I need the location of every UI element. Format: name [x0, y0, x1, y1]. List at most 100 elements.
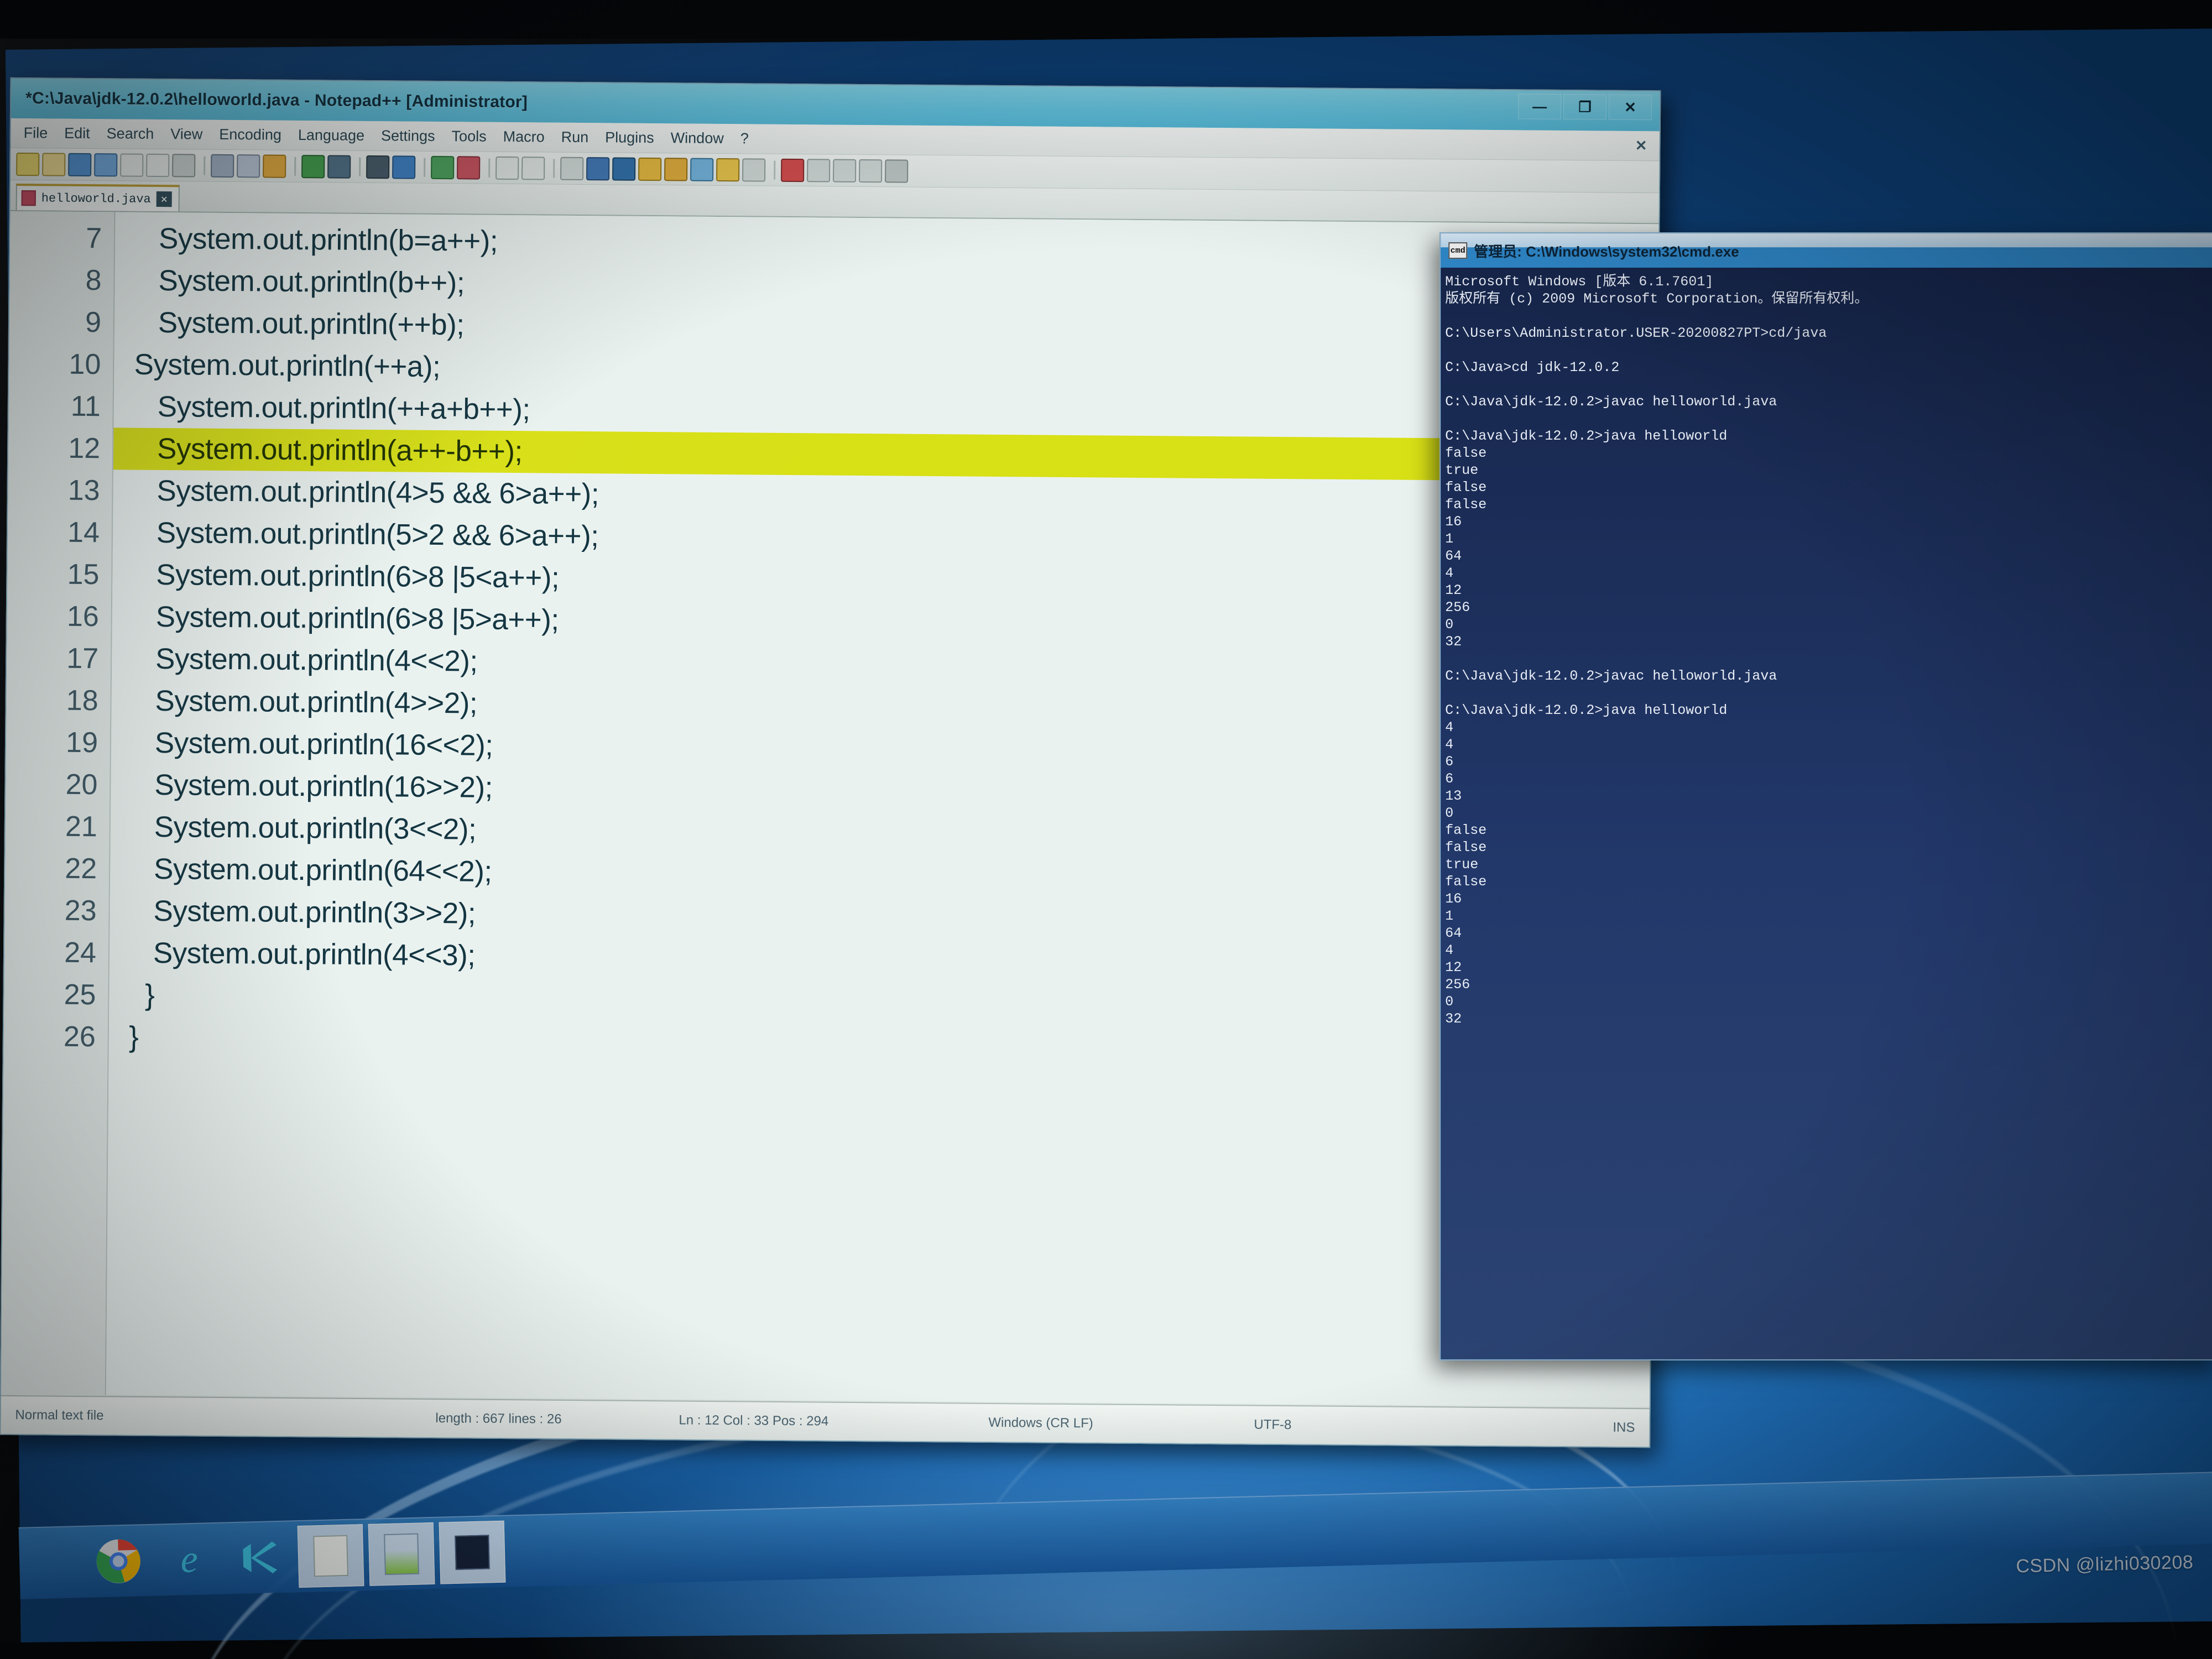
taskbar-edge-icon[interactable]: e	[156, 1528, 223, 1592]
status-caret-position: Ln : 12 Col : 33 Pos : 294	[679, 1412, 829, 1429]
doc-map-icon[interactable]	[664, 157, 688, 181]
console-line: 64	[1445, 925, 1462, 942]
macro-play-icon[interactable]	[833, 159, 857, 182]
zoom-out-icon[interactable]	[457, 155, 481, 180]
taskbar-window-explorer[interactable]	[368, 1522, 435, 1586]
menu-item-edit[interactable]: Edit	[56, 125, 98, 143]
taskbar-window-notepadpp[interactable]	[297, 1524, 364, 1588]
sync-scroll-v-icon[interactable]	[495, 156, 519, 180]
console-line: Microsoft Windows [版本 6.1.7601]	[1445, 274, 1714, 290]
document-close-icon[interactable]: ✕	[1635, 137, 1647, 154]
close-all-icon[interactable]	[146, 153, 170, 177]
tab-close-icon[interactable]: ✕	[156, 191, 172, 207]
menu-item-window[interactable]: Window	[662, 129, 732, 147]
taskbar-chrome-icon[interactable]	[85, 1530, 152, 1593]
toolbar-separator	[774, 160, 776, 180]
toolbar-separator	[553, 159, 555, 178]
line-number: 18	[66, 684, 98, 717]
macro-stop-icon[interactable]	[807, 158, 831, 182]
save-all-icon[interactable]	[94, 153, 118, 176]
console-line: 4	[1445, 565, 1454, 582]
code-editor[interactable]: 7 8 9 10 11 12 13 14 15 16 17 18 19 20 21 22 23 24 25 26 Sy…	[1, 211, 1659, 1407]
copy-icon[interactable]	[237, 154, 260, 178]
toolbar-separator	[359, 157, 361, 176]
minimize-button[interactable]: —	[1517, 93, 1562, 119]
command-prompt-window[interactable]: cmd 管理员: C:\Windows\system32\cmd.exe Mic…	[1439, 232, 2212, 1361]
console-line: false	[1445, 479, 1487, 496]
save-icon[interactable]	[68, 153, 92, 176]
word-wrap-icon[interactable]	[560, 156, 584, 180]
func-list-icon[interactable]	[690, 158, 714, 181]
line-number: 22	[65, 852, 97, 885]
taskbar-window-cmd[interactable]	[439, 1520, 506, 1584]
notepadpp-window[interactable]: *C:\Java\jdk-12.0.2\helloworld.java - No…	[0, 77, 1661, 1448]
console-line: 64	[1445, 548, 1462, 565]
console-line: C:\Java\jdk-12.0.2>javac helloworld.java	[1445, 668, 1777, 685]
console-line: 0	[1445, 994, 1454, 1010]
desktop-wallpaper: 🗂 📄 🧩 📊 📁 🐸	[0, 28, 2212, 1659]
line-number: 16	[66, 600, 100, 633]
find-icon[interactable]	[366, 155, 390, 179]
close-file-icon[interactable]	[120, 153, 144, 177]
line-number: 10	[69, 348, 101, 381]
menu-item-search[interactable]: Search	[98, 125, 163, 143]
cmd-titlebar[interactable]: cmd 管理员: C:\Windows\system32\cmd.exe	[1441, 233, 2212, 268]
menu-item-settings[interactable]: Settings	[373, 127, 444, 145]
status-eol: Windows (CR LF)	[988, 1415, 1093, 1431]
line-number: 13	[67, 474, 100, 507]
indent-guide-icon[interactable]	[612, 156, 636, 181]
console-line: C:\Java\jdk-12.0.2>java helloworld	[1445, 702, 1728, 719]
replace-icon[interactable]	[392, 155, 416, 179]
console-line: true	[1445, 462, 1479, 479]
close-button[interactable]: ✕	[1608, 94, 1652, 121]
taskbar-vscode-icon[interactable]	[227, 1526, 294, 1589]
menu-item-view[interactable]: View	[162, 126, 211, 143]
redo-icon[interactable]	[327, 154, 351, 179]
console-line: false	[1445, 822, 1487, 839]
cut-icon[interactable]	[211, 154, 234, 178]
line-number: 17	[66, 642, 99, 675]
code-text-area[interactable]: System.out.println(b=a++); System.out.pr…	[106, 212, 1659, 1407]
menu-item-run[interactable]: Run	[553, 129, 597, 147]
folder-workspace-icon[interactable]	[716, 158, 740, 181]
console-line: 256	[1445, 599, 1470, 616]
sync-scroll-h-icon[interactable]	[521, 156, 545, 180]
all-chars-icon[interactable]	[586, 156, 610, 180]
cmd-console-output[interactable]: Microsoft Windows [版本 6.1.7601] 版权所有 (c) …	[1441, 268, 2212, 1360]
line-number: 11	[70, 390, 101, 423]
menu-item-encoding[interactable]: Encoding	[211, 126, 290, 144]
menu-item-file[interactable]: File	[15, 124, 56, 142]
macro-record-icon[interactable]	[781, 158, 805, 182]
console-line: 12	[1445, 582, 1462, 599]
macro-save-icon[interactable]	[885, 159, 909, 183]
maximize-button[interactable]: ❐	[1563, 93, 1607, 120]
paste-icon[interactable]	[263, 154, 286, 178]
zoom-in-icon[interactable]	[431, 155, 455, 179]
toolbar-separator	[294, 156, 296, 176]
menu-item-help[interactable]: ?	[732, 130, 757, 147]
status-file-type: Normal text file	[15, 1407, 104, 1423]
console-line: 版权所有 (c) 2009 Microsoft Corporation。保留所有…	[1445, 291, 1869, 307]
menu-item-macro[interactable]: Macro	[495, 128, 553, 146]
macro-multiplay-icon[interactable]	[859, 159, 883, 182]
user-lang-icon[interactable]	[638, 157, 662, 181]
console-line: 4	[1445, 719, 1454, 736]
print-icon[interactable]	[172, 153, 196, 178]
line-number: 20	[65, 768, 98, 801]
cmd-icon: cmd	[1448, 242, 1468, 259]
menu-item-plugins[interactable]: Plugins	[597, 129, 662, 147]
line-number: 25	[64, 978, 96, 1011]
monitor-icon[interactable]	[742, 158, 766, 182]
line-number: 19	[65, 726, 98, 759]
undo-icon[interactable]	[301, 154, 325, 178]
tab-helloworld[interactable]: helloworld.java ✕	[15, 184, 180, 212]
open-file-icon[interactable]	[42, 152, 66, 176]
menu-item-language[interactable]: Language	[290, 127, 373, 144]
menu-item-tools[interactable]: Tools	[443, 128, 494, 145]
console-line: false	[1445, 839, 1487, 856]
new-file-icon[interactable]	[16, 152, 40, 176]
